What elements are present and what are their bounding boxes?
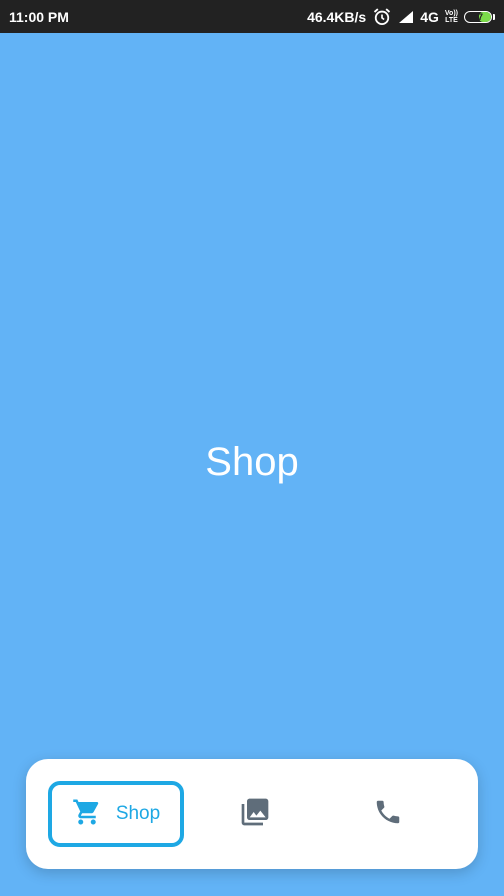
status-indicators: 46.4KB/s 4G Vo)) LTE 47	[307, 7, 495, 27]
nav-item-shop-label: Shop	[115, 803, 161, 824]
volte-indicator: Vo)) LTE	[445, 10, 458, 24]
network-type: 4G	[420, 8, 439, 25]
cart-icon	[72, 797, 102, 832]
battery-level: 47	[472, 11, 483, 22]
alarm-icon	[372, 7, 392, 27]
nav-item-phone[interactable]	[355, 781, 421, 847]
battery-icon: 47	[464, 10, 495, 23]
battery-body: 47	[464, 10, 492, 23]
status-time: 11:00 PM	[9, 8, 69, 25]
nav-item-gallery[interactable]	[222, 781, 288, 847]
photo-library-icon	[239, 796, 271, 833]
signal-icon	[398, 10, 414, 24]
battery-nub	[493, 13, 495, 20]
bottom-navigation-bar: Shop	[26, 759, 478, 869]
network-speed: 46.4KB/s	[307, 8, 367, 25]
volte-top-label: Vo))	[444, 9, 458, 17]
phone-icon	[373, 797, 403, 832]
page-title: Shop	[205, 440, 299, 484]
nav-item-shop[interactable]: Shop	[48, 781, 184, 847]
volte-bottom-label: LTE	[445, 16, 458, 24]
status-bar: 11:00 PM 46.4KB/s 4G Vo)) LTE 47	[0, 0, 504, 33]
